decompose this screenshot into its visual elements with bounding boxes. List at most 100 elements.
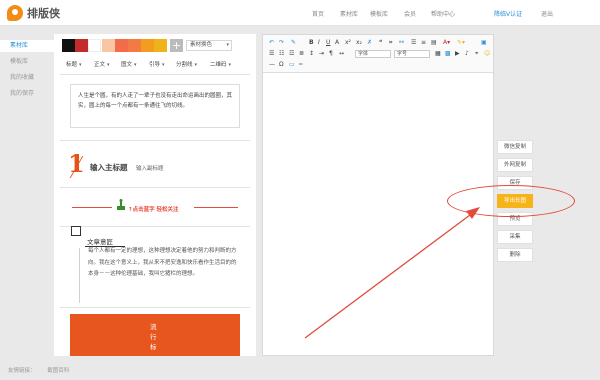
superscript-icon[interactable]: x²: [345, 39, 351, 47]
tab-divider[interactable]: 分割线 ▾: [176, 60, 197, 70]
footer-label: 友情链接：: [8, 368, 36, 374]
brand-logo-mark-icon: [7, 5, 23, 21]
code-icon[interactable]: ⌗: [389, 39, 392, 47]
panel-divider: [60, 307, 250, 308]
align-icon[interactable]: ▤: [431, 39, 437, 47]
tab-guide-label: 引导: [149, 62, 161, 68]
music-icon[interactable]: ♪: [465, 50, 469, 58]
text-format-icon[interactable]: A: [335, 39, 339, 47]
table-icon[interactable]: ▦: [435, 50, 441, 58]
quote-material[interactable]: 人生是个圆，有的人走了一辈子也没有走出命运画出的圆圈，其实，圆上的每一个点都有一…: [70, 84, 240, 128]
fullscreen-icon[interactable]: ▣: [481, 39, 487, 47]
color-swatch[interactable]: [62, 39, 75, 52]
chevron-down-icon: ▾: [107, 62, 110, 68]
collect-button[interactable]: 采集: [497, 230, 533, 244]
letter-spacing-icon[interactable]: ↔: [339, 50, 344, 58]
orange-banner-text: 流行标: [150, 323, 157, 351]
nav-link-help[interactable]: 帮助中心: [431, 9, 455, 18]
video-icon[interactable]: ▶: [455, 50, 460, 58]
line-height-icon[interactable]: ↕: [309, 50, 314, 58]
nav-link-templates[interactable]: 模板库: [370, 9, 388, 18]
chevron-down-icon: ▾: [226, 42, 229, 48]
sidebar-item-materials[interactable]: 素材库: [0, 40, 54, 52]
article-side-rule: [79, 248, 80, 303]
color-swatch[interactable]: [88, 39, 101, 52]
italic-icon[interactable]: I: [318, 39, 320, 47]
subscript-icon[interactable]: x₂: [356, 39, 362, 47]
emoji-icon[interactable]: ☺: [484, 50, 490, 58]
editor-content-area[interactable]: [263, 74, 493, 355]
sidebar-item-saved[interactable]: 我的保存: [0, 88, 54, 100]
tab-image-text[interactable]: 图文 ▾: [121, 60, 137, 70]
clear-format-icon[interactable]: ✗: [367, 39, 372, 47]
font-family-select[interactable]: 字体: [355, 50, 391, 58]
heading-subtitle[interactable]: 输入副标题: [136, 164, 164, 172]
heading-main-title[interactable]: 输入主标题: [90, 162, 128, 173]
external-copy-button[interactable]: 外网复制: [497, 158, 533, 172]
font-size-select[interactable]: 字号: [394, 50, 430, 58]
brand-name: 排版侠: [27, 7, 60, 20]
indent-icon[interactable]: ⇥: [319, 50, 324, 58]
format-brush-icon[interactable]: ✎: [291, 39, 296, 47]
tab-divider-label: 分割线: [176, 62, 193, 68]
paragraph-icon[interactable]: ¶: [329, 50, 333, 58]
sidebar-item-templates[interactable]: 模板库: [0, 56, 54, 68]
chevron-down-icon: ▾: [79, 62, 82, 68]
panel-divider: [60, 140, 250, 141]
link-icon[interactable]: ⚯: [399, 39, 404, 47]
chevron-down-icon: ▾: [194, 62, 198, 68]
color-swatch[interactable]: [75, 39, 88, 52]
hand-tap-icon: [117, 199, 125, 210]
list-icon[interactable]: ☰: [411, 39, 416, 47]
separator-icon[interactable]: ┅: [299, 61, 303, 69]
panel-divider: [60, 187, 250, 188]
sidebar-item-favorites[interactable]: 我的收藏: [0, 72, 54, 84]
tab-title[interactable]: 标题 ▾: [66, 60, 82, 70]
add-color-button[interactable]: +: [170, 39, 183, 52]
brand-logo[interactable]: 排版侠: [7, 4, 60, 22]
follow-rule-right: [194, 207, 238, 208]
nav-link-materials[interactable]: 素材库: [340, 9, 358, 18]
ordered-list-icon[interactable]: ≡: [421, 39, 426, 47]
quote-icon[interactable]: ❝: [379, 39, 382, 47]
color-swatch[interactable]: [102, 39, 115, 52]
horizontal-rule-icon[interactable]: —: [269, 61, 275, 69]
follow-prompt-text[interactable]: ↑点击蓝字 轻松关注: [128, 205, 179, 213]
special-char-icon[interactable]: Ω: [279, 61, 284, 69]
image-icon[interactable]: ▩: [445, 50, 451, 58]
tab-qrcode[interactable]: 二维码 ▾: [210, 60, 231, 70]
panel-divider: [60, 226, 250, 227]
font-color-icon[interactable]: A▾: [443, 39, 450, 47]
quote-text: 人生是个圆，有的人走了一辈子也没有走出命运画出的圆圈，其实，圆上的每一个点都有一…: [78, 93, 233, 109]
article-title[interactable]: 文章意匠: [87, 236, 113, 246]
tab-guide[interactable]: 引导 ▾: [149, 60, 165, 70]
bold-icon[interactable]: B: [309, 39, 314, 47]
align-right-icon[interactable]: ☲: [289, 50, 294, 58]
logout-link[interactable]: 退出: [541, 9, 553, 18]
tab-title-label: 标题: [66, 62, 78, 68]
theme-color-select[interactable]: 素材换色 ▾: [186, 40, 232, 51]
tab-body-label: 正文: [94, 62, 106, 68]
footer-link[interactable]: 截图百科: [47, 368, 69, 374]
color-swatch[interactable]: [128, 39, 141, 52]
image-insert-icon[interactable]: ▭: [289, 61, 295, 69]
nav-link-home[interactable]: 首页: [312, 9, 324, 18]
underline-icon[interactable]: U: [326, 39, 330, 47]
justify-icon[interactable]: ≣: [299, 50, 304, 58]
follow-rule-left: [72, 207, 112, 208]
color-swatch[interactable]: [154, 39, 167, 52]
user-name-link[interactable]: 降临V认证: [494, 9, 522, 18]
map-icon[interactable]: ⌖: [475, 50, 478, 58]
color-swatch[interactable]: [141, 39, 154, 52]
redo-icon[interactable]: ↷: [279, 39, 284, 47]
align-center-icon[interactable]: ☷: [279, 50, 284, 58]
nav-link-membership[interactable]: 会员: [404, 9, 416, 18]
article-body-text[interactable]: 每个人都有一定的理想，这种理想决定着他的努力和判断的方向。我在这个意义上，我从来…: [88, 246, 238, 281]
align-left-icon[interactable]: ☰: [269, 50, 274, 58]
wechat-copy-button[interactable]: 微信复制: [497, 140, 533, 154]
highlight-icon[interactable]: ✎▾: [457, 39, 465, 47]
tab-body[interactable]: 正文 ▾: [94, 60, 110, 70]
color-swatch[interactable]: [115, 39, 128, 52]
delete-button[interactable]: 删除: [497, 248, 533, 262]
undo-icon[interactable]: ↶: [269, 39, 274, 47]
